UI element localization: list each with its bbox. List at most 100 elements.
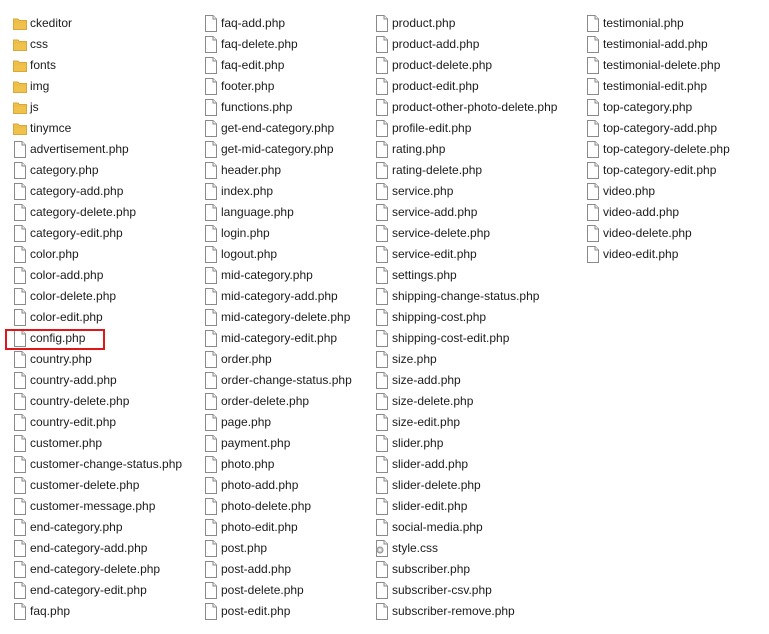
file-item[interactable]: header.php (204, 160, 370, 181)
file-item[interactable]: video-add.php (586, 202, 756, 223)
file-item[interactable]: service.php (375, 181, 581, 202)
file-item[interactable]: country-add.php (13, 370, 198, 391)
file-item[interactable]: country-delete.php (13, 391, 198, 412)
file-item[interactable]: mid-category-delete.php (204, 307, 370, 328)
file-item[interactable]: photo-add.php (204, 475, 370, 496)
file-item[interactable]: profile-edit.php (375, 118, 581, 139)
file-item[interactable]: mid-category-edit.php (204, 328, 370, 349)
file-item[interactable]: video-edit.php (586, 244, 756, 265)
file-item[interactable]: customer-delete.php (13, 475, 198, 496)
file-item[interactable]: shipping-cost.php (375, 307, 581, 328)
file-item[interactable]: index.php (204, 181, 370, 202)
file-item[interactable]: rating.php (375, 139, 581, 160)
file-item[interactable]: customer.php (13, 433, 198, 454)
file-item[interactable]: top-category.php (586, 97, 756, 118)
folder-item[interactable]: img (13, 76, 198, 97)
file-item[interactable]: photo-edit.php (204, 517, 370, 538)
file-item[interactable]: get-mid-category.php (204, 139, 370, 160)
file-item[interactable]: product-other-photo-delete.php (375, 97, 581, 118)
file-item[interactable]: slider-add.php (375, 454, 581, 475)
file-item[interactable]: mid-category-add.php (204, 286, 370, 307)
file-item[interactable]: photo-delete.php (204, 496, 370, 517)
file-item[interactable]: language.php (204, 202, 370, 223)
file-item[interactable]: video-delete.php (586, 223, 756, 244)
file-item[interactable]: service-delete.php (375, 223, 581, 244)
file-item[interactable]: advertisement.php (13, 139, 198, 160)
file-item[interactable]: order-delete.php (204, 391, 370, 412)
file-item[interactable]: color-delete.php (13, 286, 198, 307)
file-item[interactable]: country-edit.php (13, 412, 198, 433)
file-item[interactable]: top-category-delete.php (586, 139, 756, 160)
file-item[interactable]: end-category-delete.php (13, 559, 198, 580)
file-item[interactable]: order-change-status.php (204, 370, 370, 391)
file-item[interactable]: shipping-change-status.php (375, 286, 581, 307)
file-item[interactable]: settings.php (375, 265, 581, 286)
file-item[interactable]: color-edit.php (13, 307, 198, 328)
file-item[interactable]: customer-message.php (13, 496, 198, 517)
file-item[interactable]: post-add.php (204, 559, 370, 580)
file-item[interactable]: end-category-add.php (13, 538, 198, 559)
file-item[interactable]: product.php (375, 13, 581, 34)
file-item[interactable]: product-edit.php (375, 76, 581, 97)
file-item[interactable]: photo.php (204, 454, 370, 475)
file-item[interactable]: product-delete.php (375, 55, 581, 76)
file-item[interactable]: social-media.php (375, 517, 581, 538)
file-item[interactable]: product-add.php (375, 34, 581, 55)
file-item[interactable]: category.php (13, 160, 198, 181)
file-item[interactable]: slider.php (375, 433, 581, 454)
file-item[interactable]: top-category-add.php (586, 118, 756, 139)
file-item[interactable]: end-category-edit.php (13, 580, 198, 601)
file-item[interactable]: subscriber.php (375, 559, 581, 580)
file-item[interactable]: slider-edit.php (375, 496, 581, 517)
file-item[interactable]: service-add.php (375, 202, 581, 223)
file-item[interactable]: login.php (204, 223, 370, 244)
file-item-config[interactable]: config.php (13, 328, 198, 349)
file-item[interactable]: category-edit.php (13, 223, 198, 244)
folder-item[interactable]: css (13, 34, 198, 55)
folder-item[interactable]: fonts (13, 55, 198, 76)
file-item[interactable]: logout.php (204, 244, 370, 265)
file-item[interactable]: footer.php (204, 76, 370, 97)
file-item[interactable]: testimonial-delete.php (586, 55, 756, 76)
file-item[interactable]: size-delete.php (375, 391, 581, 412)
file-item[interactable]: post-edit.php (204, 601, 370, 622)
file-item[interactable]: faq.php (13, 601, 198, 622)
folder-item[interactable]: ckeditor (13, 13, 198, 34)
file-item[interactable]: mid-category.php (204, 265, 370, 286)
file-item[interactable]: country.php (13, 349, 198, 370)
file-item[interactable]: size.php (375, 349, 581, 370)
file-name: mid-category.php (221, 268, 313, 282)
file-item[interactable]: service-edit.php (375, 244, 581, 265)
file-item[interactable]: size-add.php (375, 370, 581, 391)
file-item[interactable]: video.php (586, 181, 756, 202)
file-item[interactable]: testimonial-add.php (586, 34, 756, 55)
file-item[interactable]: style.css (375, 538, 581, 559)
file-item[interactable]: subscriber-csv.php (375, 580, 581, 601)
file-item[interactable]: payment.php (204, 433, 370, 454)
file-item[interactable]: order.php (204, 349, 370, 370)
file-item[interactable]: faq-delete.php (204, 34, 370, 55)
folder-item[interactable]: tinymce (13, 118, 198, 139)
file-item[interactable]: faq-edit.php (204, 55, 370, 76)
file-item[interactable]: post.php (204, 538, 370, 559)
folder-item[interactable]: js (13, 97, 198, 118)
file-item[interactable]: subscriber-remove.php (375, 601, 581, 622)
file-item[interactable]: faq-add.php (204, 13, 370, 34)
file-item[interactable]: get-end-category.php (204, 118, 370, 139)
file-item[interactable]: color-add.php (13, 265, 198, 286)
file-item[interactable]: color.php (13, 244, 198, 265)
file-item[interactable]: functions.php (204, 97, 370, 118)
file-item[interactable]: category-delete.php (13, 202, 198, 223)
file-item[interactable]: testimonial-edit.php (586, 76, 756, 97)
file-item[interactable]: customer-change-status.php (13, 454, 198, 475)
file-item[interactable]: rating-delete.php (375, 160, 581, 181)
file-item[interactable]: page.php (204, 412, 370, 433)
file-item[interactable]: size-edit.php (375, 412, 581, 433)
file-item[interactable]: shipping-cost-edit.php (375, 328, 581, 349)
file-item[interactable]: testimonial.php (586, 13, 756, 34)
file-item[interactable]: slider-delete.php (375, 475, 581, 496)
file-item[interactable]: top-category-edit.php (586, 160, 756, 181)
file-item[interactable]: category-add.php (13, 181, 198, 202)
file-item[interactable]: end-category.php (13, 517, 198, 538)
file-item[interactable]: post-delete.php (204, 580, 370, 601)
